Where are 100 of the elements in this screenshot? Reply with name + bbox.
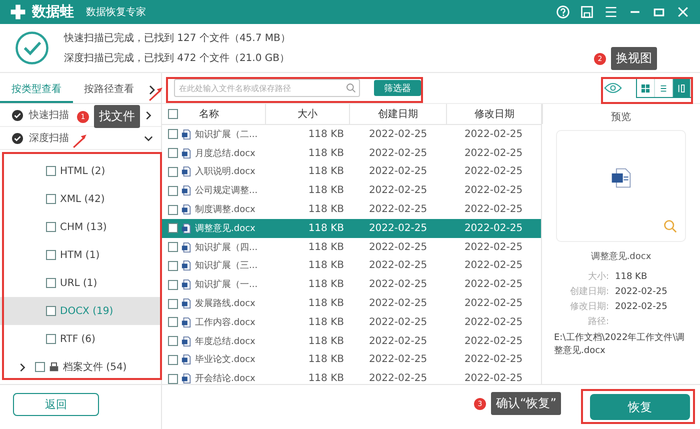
checkbox[interactable]: [46, 166, 56, 176]
file-row[interactable]: 开会结论.docx 118 KB 2022-02-25 2022-02-25: [162, 369, 541, 388]
checkbox[interactable]: [46, 334, 56, 344]
menu-icon[interactable]: [604, 5, 618, 19]
file-size: 118 KB: [307, 185, 345, 196]
chevron-down-icon[interactable]: [144, 134, 153, 142]
checkbox[interactable]: [168, 204, 178, 215]
filter-button[interactable]: 筛选器: [374, 80, 421, 96]
checkbox[interactable]: [168, 186, 178, 196]
checkbox[interactable]: [168, 223, 178, 234]
callout-label: 换视图: [611, 47, 657, 70]
detail-view-button[interactable]: [673, 79, 691, 97]
document-icon: [181, 148, 192, 159]
chevron-right-icon[interactable]: [18, 362, 27, 372]
field-value: 2022-02-25: [615, 302, 668, 312]
checkbox[interactable]: [168, 354, 178, 365]
file-type-item[interactable]: CHM (13): [0, 213, 161, 241]
file-row[interactable]: 月度总结.docx 118 KB 2022-02-25 2022-02-25: [162, 144, 541, 163]
file-name: 入职说明.docx: [195, 166, 256, 178]
app-tagline: 数据恢复专家: [86, 6, 146, 19]
search-field[interactable]: 在此处输入文件名称或保存路径: [174, 79, 360, 97]
chevron-right-icon[interactable]: [147, 85, 157, 95]
file-row[interactable]: 知识扩展（二... 118 KB 2022-02-25 2022-02-25: [162, 125, 541, 144]
back-button[interactable]: 返回: [13, 393, 99, 416]
app-name: 数据蛙: [32, 3, 74, 21]
file-type-item[interactable]: 档案文件 (54): [0, 353, 161, 381]
created-date: 2022-02-25: [368, 242, 428, 253]
document-icon: [181, 354, 192, 366]
checkbox[interactable]: [168, 148, 178, 158]
checkbox[interactable]: [168, 166, 178, 177]
file-row[interactable]: 工作内容.docx 118 KB 2022-02-25 2022-02-25: [162, 312, 541, 332]
file-row[interactable]: 毕业论文.docx 118 KB 2022-02-25 2022-02-25: [162, 350, 541, 370]
close-icon[interactable]: [676, 5, 690, 19]
file-type-label: XML (42): [60, 194, 105, 204]
file-row[interactable]: 制度调整.docx 118 KB 2022-02-25 2022-02-25: [162, 200, 541, 219]
file-type-item[interactable]: HTM (1): [0, 241, 161, 269]
save-icon[interactable]: [580, 5, 594, 19]
file-type-item[interactable]: HTML (2): [0, 157, 161, 185]
created-date: 2022-02-25: [368, 204, 428, 216]
file-name: 制度调整.docx: [195, 204, 256, 216]
file-type-item[interactable]: URL (1): [0, 269, 161, 297]
checkbox[interactable]: [168, 298, 178, 309]
file-row[interactable]: 知识扩展（三... 118 KB 2022-02-25 2022-02-25: [162, 256, 541, 276]
view-tab[interactable]: 按路径查看: [72, 82, 145, 103]
column-header[interactable]: 大小: [266, 104, 350, 124]
file-row[interactable]: 入职说明.docx 118 KB 2022-02-25 2022-02-25: [162, 162, 541, 182]
column-header[interactable]: 名称: [199, 107, 219, 121]
created-date: 2022-02-25: [368, 316, 428, 328]
checkbox[interactable]: [46, 278, 56, 288]
modified-date: 2022-02-25: [463, 148, 524, 159]
column-header[interactable]: 创建日期: [350, 104, 447, 124]
checkbox[interactable]: [168, 242, 178, 252]
modified-date: 2022-02-25: [463, 166, 524, 178]
file-type-label: RTF (6): [60, 334, 96, 344]
file-size: 118 KB: [307, 260, 345, 272]
modified-date: 2022-02-25: [463, 242, 524, 253]
chevron-right-icon[interactable]: [144, 110, 153, 120]
checkbox[interactable]: [46, 222, 56, 232]
list-icon: [659, 84, 668, 92]
eye-icon[interactable]: [604, 82, 622, 94]
file-type-label: CHM (13): [60, 222, 107, 232]
checkbox[interactable]: [35, 362, 45, 372]
file-size: 118 KB: [307, 242, 345, 253]
created-date: 2022-02-25: [368, 148, 428, 159]
checkbox[interactable]: [168, 280, 178, 290]
preview-title: 预览: [611, 111, 631, 124]
file-row[interactable]: 知识扩展（一... 118 KB 2022-02-25 2022-02-25: [162, 275, 541, 294]
view-tab[interactable]: 按类型查看: [0, 82, 72, 103]
checkbox[interactable]: [46, 306, 56, 316]
file-type-item[interactable]: XML (42): [0, 185, 161, 213]
checkbox[interactable]: [46, 250, 56, 260]
file-row[interactable]: 公司规定调整... 118 KB 2022-02-25 2022-02-25: [162, 181, 541, 200]
modified-date: 2022-02-25: [463, 260, 524, 272]
file-type-item[interactable]: RTF (6): [0, 325, 161, 353]
search-icon[interactable]: [346, 83, 356, 93]
file-row[interactable]: 知识扩展（四... 118 KB 2022-02-25 2022-02-25: [162, 238, 541, 257]
checkbox[interactable]: [168, 374, 178, 384]
checkbox[interactable]: [168, 260, 178, 271]
modified-date: 2022-02-25: [463, 354, 524, 366]
file-size: 118 KB: [307, 128, 345, 140]
checkbox[interactable]: [168, 336, 178, 346]
file-row[interactable]: 调整意见.docx 118 KB 2022-02-25 2022-02-25: [162, 218, 541, 238]
modified-date: 2022-02-25: [463, 298, 524, 310]
modified-date: 2022-02-25: [463, 222, 524, 234]
zoom-icon[interactable]: [663, 219, 677, 233]
select-all-checkbox[interactable]: [168, 109, 178, 119]
scan-summary: 快速扫描已完成，已找到 127 个文件（45.7 MB）: [64, 32, 290, 45]
checkbox[interactable]: [168, 317, 178, 328]
checkbox[interactable]: [46, 194, 56, 204]
created-date: 2022-02-25: [368, 279, 428, 290]
file-row[interactable]: 年度总结.docx 118 KB 2022-02-25 2022-02-25: [162, 332, 541, 351]
file-size: 118 KB: [307, 298, 345, 310]
document-icon: [181, 222, 192, 234]
checkbox[interactable]: [168, 129, 178, 140]
document-icon: [181, 204, 192, 216]
recover-button[interactable]: 恢复: [590, 394, 690, 420]
column-header[interactable]: 修改日期: [447, 104, 543, 124]
file-row[interactable]: 发展路线.docx 118 KB 2022-02-25 2022-02-25: [162, 294, 541, 313]
help-icon[interactable]: [556, 5, 570, 19]
field-value: 118 KB: [615, 272, 648, 282]
